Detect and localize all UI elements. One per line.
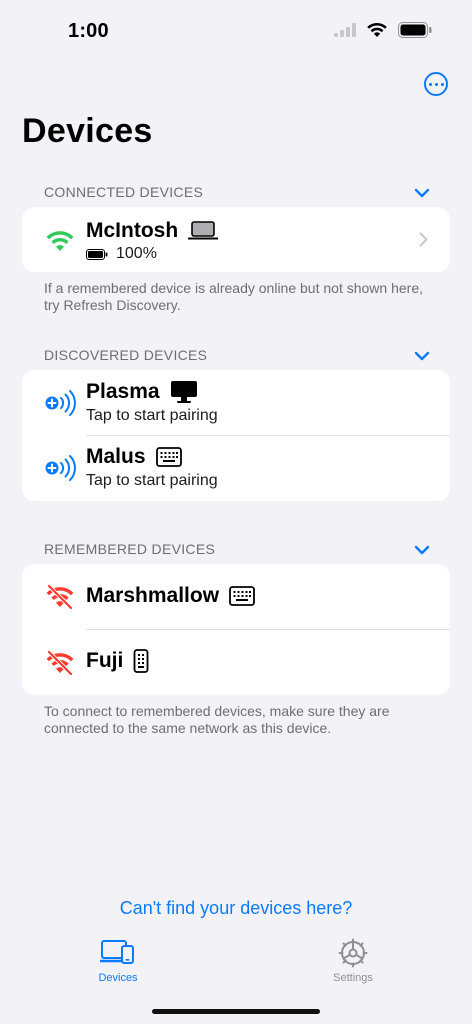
device-name: Marshmallow [86, 584, 255, 608]
cellular-signal-icon [334, 23, 356, 37]
gear-icon [338, 938, 368, 968]
device-name: Plasma [86, 380, 198, 404]
wifi-off-icon [46, 584, 74, 610]
devices-icon [100, 940, 134, 964]
battery-status-icon [398, 22, 432, 38]
more-dot-icon [434, 82, 438, 86]
connected-devices-header: CONNECTED DEVICES [44, 184, 204, 200]
device-row-malus[interactable]: Malus Tap to start pairing [22, 435, 450, 500]
device-subtitle: Tap to start pairing [86, 472, 218, 489]
chevron-right-icon [419, 232, 428, 247]
keyboard-icon [229, 586, 255, 606]
connected-devices-card: McIntosh 100% [22, 207, 450, 272]
chevron-down-icon[interactable] [414, 544, 430, 556]
device-name: McIntosh [86, 219, 219, 243]
keyboard-icon [155, 447, 182, 467]
tab-label: Settings [333, 972, 373, 984]
pair-icon [45, 455, 76, 481]
device-name: Fuji [86, 649, 149, 673]
device-row-mcintosh[interactable]: McIntosh 100% [22, 207, 450, 272]
device-subtitle: Tap to start pairing [86, 407, 218, 424]
device-battery: 100% [86, 245, 157, 263]
device-row-plasma[interactable]: Plasma Tap to start pairing [22, 370, 450, 435]
status-time: 1:00 [68, 20, 109, 42]
phone-icon [133, 649, 149, 673]
more-dot-icon [428, 82, 432, 86]
home-indicator [152, 1009, 320, 1014]
discovered-devices-header: DISCOVERED DEVICES [44, 347, 208, 363]
battery-icon [86, 248, 108, 260]
discovered-devices-card: Plasma Tap to start pairing Malus Tap to… [22, 370, 450, 501]
wifi-status-icon [367, 22, 387, 37]
pair-icon [45, 390, 76, 416]
chevron-down-icon[interactable] [414, 350, 430, 362]
status-bar: 1:00 [0, 0, 472, 64]
status-icons [334, 22, 432, 38]
tab-bar: Devices Settings [0, 936, 472, 996]
wifi-off-icon [46, 650, 74, 676]
more-dot-icon [440, 82, 444, 86]
chevron-down-icon[interactable] [414, 187, 430, 199]
wifi-icon [46, 231, 74, 251]
more-options-button[interactable] [424, 72, 448, 96]
tab-settings[interactable]: Settings [303, 936, 403, 992]
page-title: Devices [22, 112, 153, 150]
remembered-devices-header: REMEMBERED DEVICES [44, 541, 216, 557]
cant-find-devices-link[interactable]: Can't find your devices here? [0, 898, 472, 919]
device-row-marshmallow[interactable]: Marshmallow [22, 564, 450, 629]
tab-label: Devices [98, 972, 138, 984]
connected-footer-note: If a remembered device is already online… [44, 280, 423, 313]
device-name: Malus [86, 445, 182, 469]
tab-devices[interactable]: Devices [68, 936, 168, 992]
remembered-footer-note: To connect to remembered devices, make s… [44, 703, 390, 736]
laptop-icon [188, 221, 219, 240]
desktop-icon [170, 381, 197, 403]
remembered-devices-card: Marshmallow Fuji [22, 564, 450, 695]
device-row-fuji[interactable]: Fuji [22, 629, 450, 694]
